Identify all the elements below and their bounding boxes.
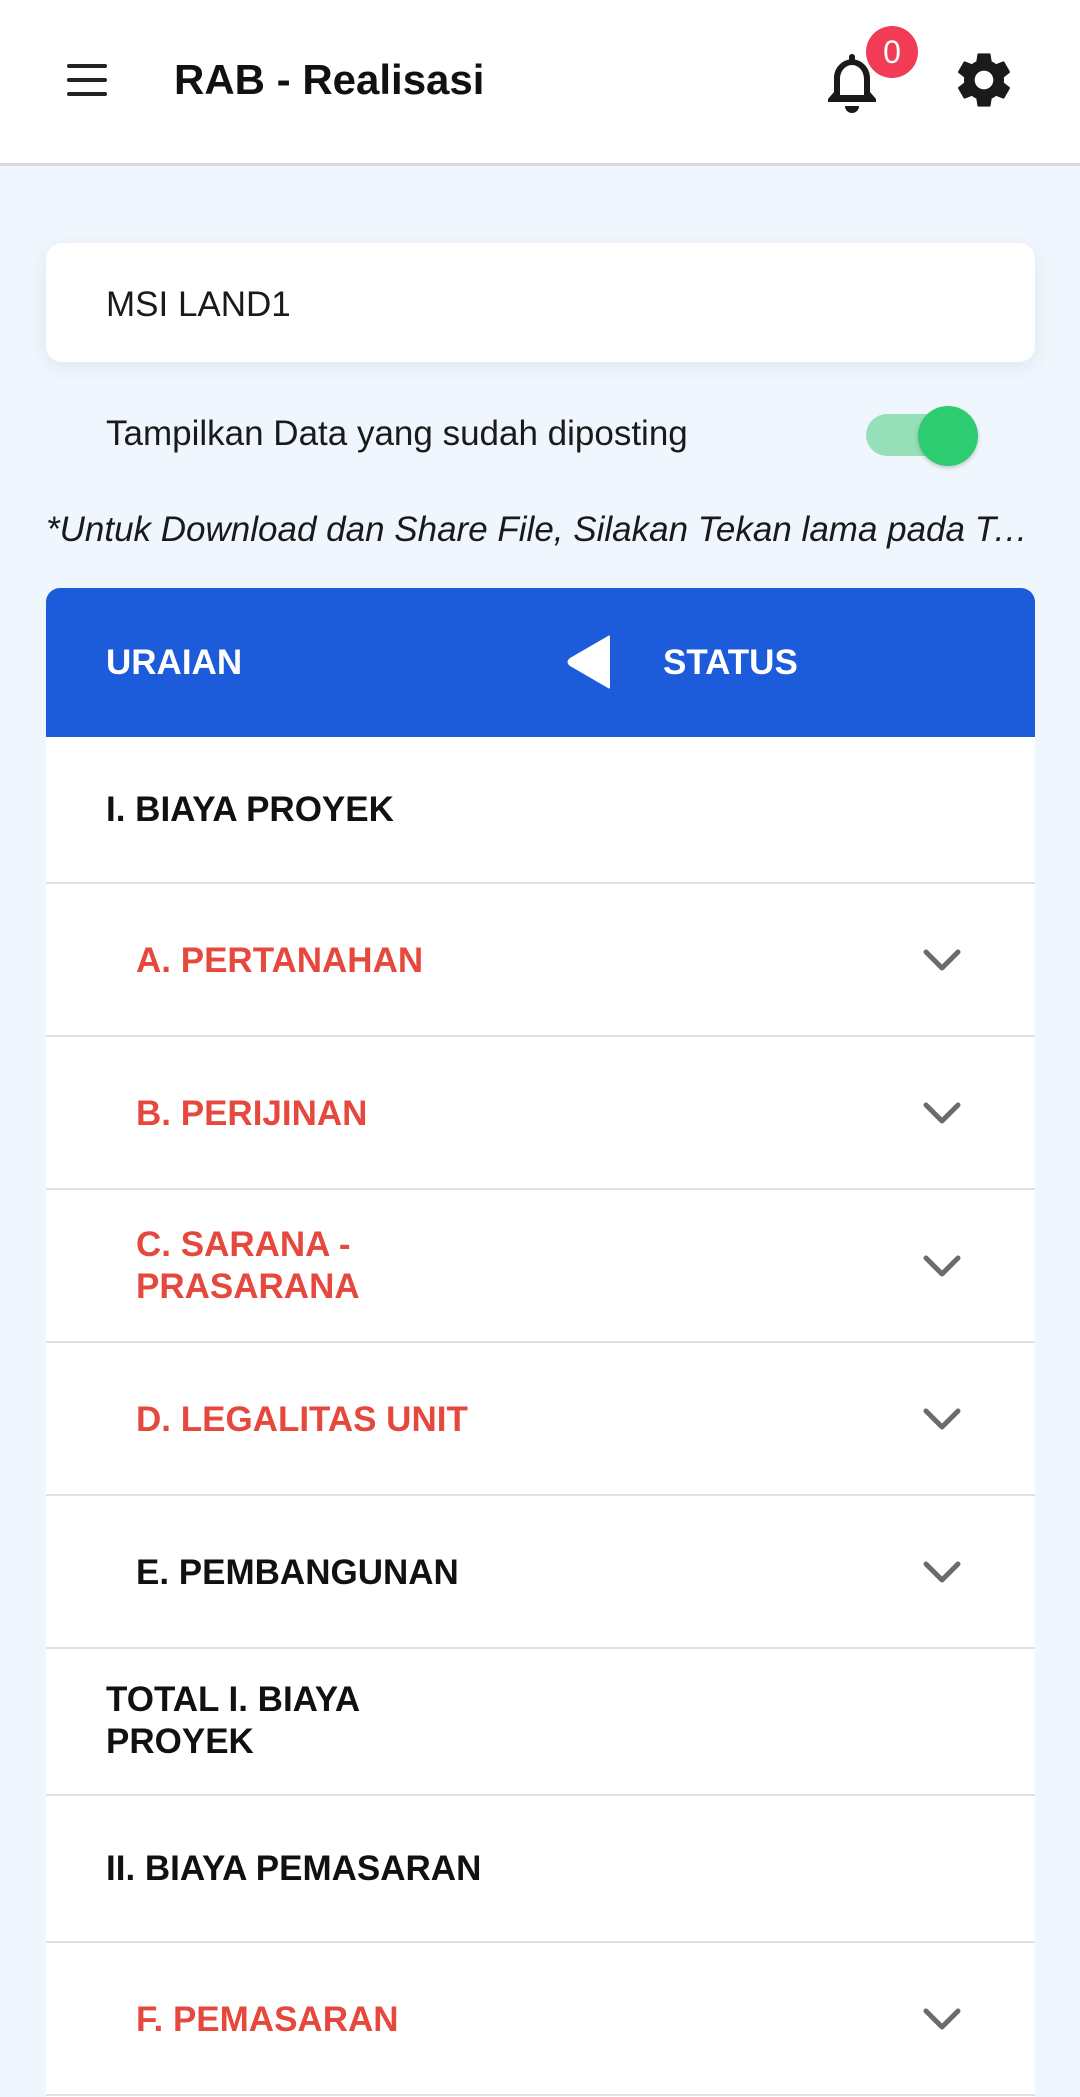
row-label: E. PEMBANGUNAN <box>136 1553 459 1592</box>
row-label: II. BIAYA PEMASARAN <box>106 1849 482 1888</box>
row-label: F. PEMASARAN <box>136 2000 399 2039</box>
gear-icon[interactable] <box>952 48 1016 112</box>
page-title: RAB - Realisasi <box>174 56 485 103</box>
chevron-down-icon[interactable] <box>922 1560 962 1586</box>
row-label: A. PERTANAHAN <box>136 941 424 980</box>
table-row[interactable]: B. PERIJINAN <box>46 1037 1035 1190</box>
rab-table: URAIAN STATUS I. BIAYA PROYEK A. PERTANA… <box>46 588 1035 2097</box>
collapse-left-icon[interactable] <box>562 632 614 692</box>
table-row[interactable]: E. PEMBANGUNAN <box>46 1496 1035 1649</box>
table-row[interactable]: II. BIAYA PEMASARAN <box>46 1796 1035 1943</box>
table-row[interactable]: D. LEGALITAS UNIT <box>46 1343 1035 1496</box>
chevron-down-icon[interactable] <box>922 1101 962 1127</box>
download-share-hint: *Untuk Download dan Share File, Silakan … <box>46 510 1036 549</box>
table-header: URAIAN STATUS <box>46 588 1035 737</box>
table-row[interactable]: TOTAL I. BIAYA PROYEK <box>46 1649 1035 1796</box>
row-label: I. BIAYA PROYEK <box>106 790 394 829</box>
chevron-down-icon[interactable] <box>922 1254 962 1280</box>
toggle-knob <box>918 406 978 466</box>
chevron-down-icon[interactable] <box>922 1407 962 1433</box>
notification-count-badge: 0 <box>866 26 918 78</box>
chevron-down-icon[interactable] <box>922 948 962 974</box>
table-row[interactable]: A. PERTANAHAN <box>46 884 1035 1037</box>
table-row[interactable]: I. BIAYA PROYEK <box>46 737 1035 884</box>
column-header-uraian: URAIAN <box>106 643 243 682</box>
column-header-status: STATUS <box>663 643 798 682</box>
show-posted-toggle[interactable] <box>866 406 978 466</box>
row-label: D. LEGALITAS UNIT <box>136 1400 468 1439</box>
table-row[interactable]: F. PEMASARAN <box>46 1943 1035 2096</box>
chevron-down-icon[interactable] <box>922 2007 962 2033</box>
show-posted-label: Tampilkan Data yang sudah diposting <box>106 414 688 453</box>
project-name: MSI LAND1 <box>106 285 291 324</box>
row-label: B. PERIJINAN <box>136 1094 368 1133</box>
app-bar: RAB - Realisasi 0 <box>0 0 1080 166</box>
project-selector[interactable]: MSI LAND1 <box>46 243 1035 362</box>
table-row[interactable]: C. SARANA - PRASARANA <box>46 1190 1035 1343</box>
row-label: TOTAL I. BIAYA PROYEK <box>106 1680 361 1761</box>
row-label: C. SARANA - PRASARANA <box>136 1225 360 1306</box>
menu-icon[interactable] <box>62 60 114 100</box>
